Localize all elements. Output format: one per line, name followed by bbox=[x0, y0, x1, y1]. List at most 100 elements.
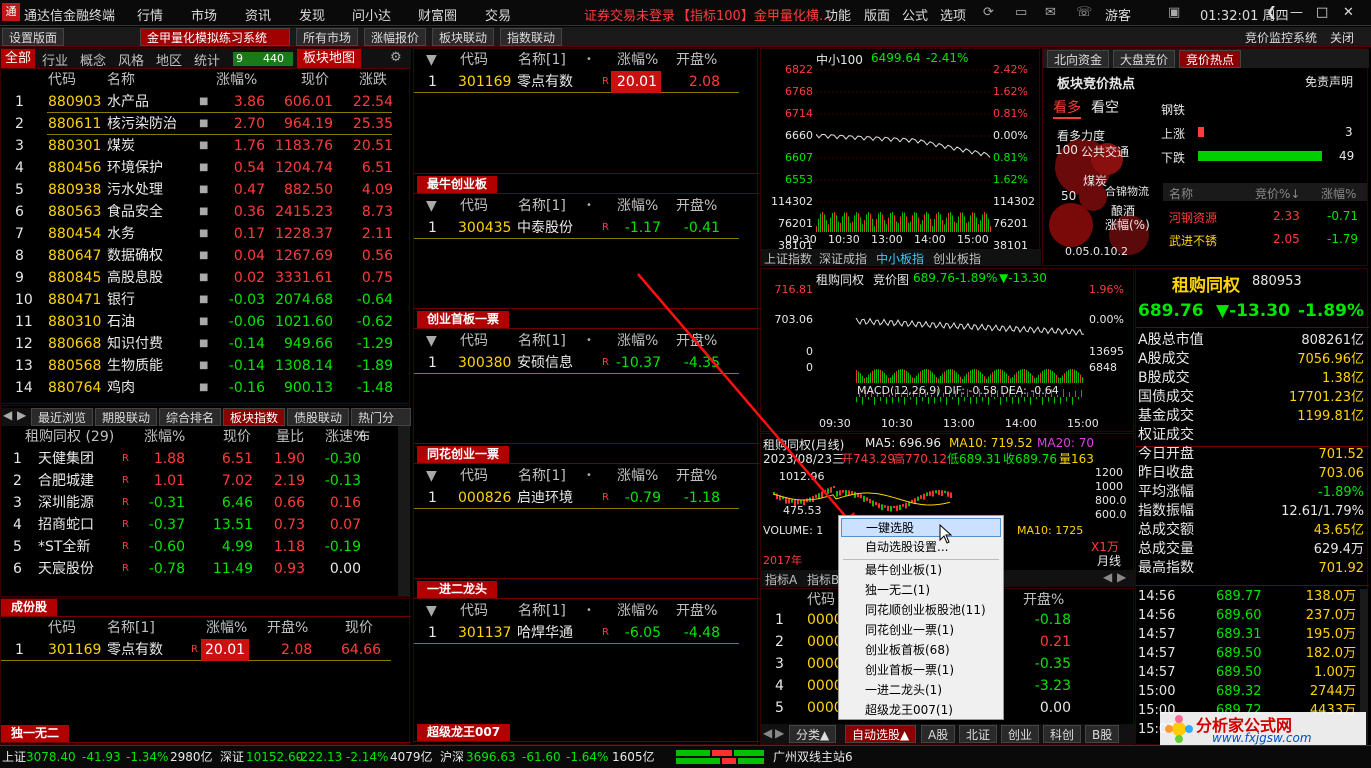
menu-item[interactable]: 同花创业一票(1) bbox=[841, 621, 1001, 640]
tab-gain-quote[interactable]: 涨幅报价 bbox=[364, 28, 427, 46]
menu-item[interactable]: 独一无二(1) bbox=[841, 581, 1001, 600]
table-row[interactable]: 6 880563 食品安全 ■ 0.36 2415.23 8.73 bbox=[1, 201, 411, 223]
table-row[interactable]: 3 深圳能源 R -0.31 6.46 0.66 0.16 bbox=[1, 492, 396, 514]
back-icon[interactable]: ❮ bbox=[1266, 5, 1277, 20]
expand-icon[interactable]: ▼ bbox=[426, 600, 437, 622]
table-row[interactable]: 2 880611 核污染防治 ■ 2.70 964.19 25.35 bbox=[1, 113, 411, 135]
menu-discover[interactable]: 发现 bbox=[299, 5, 325, 24]
tab-sh-index[interactable]: 上证指数 bbox=[764, 250, 812, 267]
tab-sector-index[interactable]: 板块指数 bbox=[223, 408, 286, 426]
filter-all[interactable]: 全部 bbox=[1, 49, 36, 68]
kline-right-arrow-icon[interactable]: ▶ bbox=[1117, 570, 1126, 584]
table-row[interactable]: 4 880456 环境保护 ■ 0.54 1204.74 6.51 bbox=[1, 157, 411, 179]
tab-bond[interactable]: 债股联动 bbox=[287, 408, 350, 426]
tab-sector-link[interactable]: 板块联动 bbox=[432, 28, 495, 46]
server-label[interactable]: 广州双线主站6 bbox=[773, 747, 853, 767]
gear-icon[interactable]: ⚙ bbox=[390, 50, 402, 65]
menu-item[interactable]: 同花顺创业板股池(11) bbox=[841, 601, 1001, 620]
tab-futures[interactable]: 期股联动 bbox=[95, 408, 158, 426]
expand-icon[interactable]: ▼ bbox=[426, 49, 437, 71]
tab-category[interactable]: 分类▲ bbox=[789, 725, 837, 743]
menu-market[interactable]: 市场 bbox=[191, 5, 217, 24]
related-scrollbar[interactable] bbox=[398, 426, 410, 596]
table-row[interactable]: 5 *ST全新 R -0.60 4.99 1.18 -0.19 bbox=[1, 536, 396, 558]
menu-item[interactable]: 最牛创业板(1) bbox=[841, 561, 1001, 580]
menu-wealth[interactable]: 财富圈 bbox=[418, 5, 457, 24]
menu-item[interactable]: 创业板首板(68) bbox=[841, 641, 1001, 660]
tab-sz-index[interactable]: 深证成指 bbox=[819, 250, 867, 267]
expand-icon[interactable]: ▼ bbox=[426, 195, 437, 217]
phone-icon[interactable]: ☏ bbox=[1076, 5, 1092, 20]
tab-b-shares[interactable]: B股 bbox=[1085, 725, 1120, 743]
tab-rank[interactable]: 综合排名 bbox=[159, 408, 222, 426]
table-row[interactable]: 14 880764 鸡肉 ■ -0.16 900.13 -1.48 bbox=[1, 377, 411, 399]
tab-hot[interactable]: 热门分布 bbox=[351, 408, 411, 443]
table-row[interactable]: 7 880454 水务 ■ 0.17 1228.37 2.11 bbox=[1, 223, 411, 245]
tab-star[interactable]: 科创 bbox=[1043, 725, 1082, 743]
sector-map-button[interactable]: 板块地图 bbox=[297, 49, 362, 68]
table-row[interactable]: 13 880568 生物质能 ■ -0.14 1308.14 -1.89 bbox=[1, 355, 411, 377]
menu-trade[interactable]: 交易 bbox=[485, 5, 511, 24]
tab-recent[interactable]: 最近浏览 bbox=[31, 408, 94, 426]
table-row[interactable]: 1 301169 零点有数 R 20.01 2.08 bbox=[414, 71, 739, 93]
expand-icon[interactable]: ▼ bbox=[426, 465, 437, 487]
tab-a-shares[interactable]: A股 bbox=[921, 725, 956, 743]
menu-ask[interactable]: 问小达 bbox=[352, 5, 391, 24]
menu-item-auto-settings[interactable]: 自动选股设置... bbox=[841, 538, 1001, 557]
bullish-toggle[interactable]: 看多 bbox=[1053, 97, 1081, 119]
monitor-icon[interactable]: ▣ bbox=[1168, 5, 1180, 20]
tab-bse[interactable]: 北证 bbox=[959, 725, 998, 743]
menu-quotes[interactable]: 行情 bbox=[137, 5, 163, 24]
auction-monitor-link[interactable]: 竞价监控系统 bbox=[1245, 29, 1317, 46]
list-right-arrow-icon[interactable]: ▶ bbox=[775, 726, 784, 740]
tab-all-market[interactable]: 所有市场 bbox=[296, 28, 359, 46]
tab-index-link[interactable]: 指数联动 bbox=[500, 28, 563, 46]
menu-layout[interactable]: 版面 bbox=[864, 5, 890, 24]
kline-left-arrow-icon[interactable]: ◀ bbox=[1103, 570, 1112, 584]
bearish-toggle[interactable]: 看空 bbox=[1091, 97, 1119, 117]
maximize-icon[interactable]: □ bbox=[1316, 5, 1328, 20]
menu-item[interactable]: 超级龙王007(1) bbox=[841, 701, 1001, 720]
filter-stats[interactable]: 统计 bbox=[194, 50, 220, 69]
table-row[interactable]: 6 天宸股份 R -0.78 11.49 0.93 0.00 bbox=[1, 558, 396, 580]
menu-item[interactable]: 一进二龙头(1) bbox=[841, 681, 1001, 700]
user-label[interactable]: 游客 bbox=[1105, 5, 1131, 24]
login-notice[interactable]: 证券交易未登录 bbox=[584, 5, 675, 24]
refresh-icon[interactable]: ⟳ bbox=[983, 5, 994, 20]
list-left-arrow-icon[interactable]: ◀ bbox=[763, 726, 772, 740]
tab-market-auction[interactable]: 大盘竞价 bbox=[1113, 50, 1176, 68]
settings-layout-tab[interactable]: 设置版面 bbox=[2, 28, 65, 46]
filter-style[interactable]: 风格 bbox=[118, 50, 144, 69]
hs-index-value[interactable]: 3696.63 bbox=[466, 747, 516, 767]
tab-indicator-a[interactable]: 指标A bbox=[765, 571, 797, 588]
menu-formula[interactable]: 公式 bbox=[902, 5, 928, 24]
close-icon[interactable]: ✕ bbox=[1343, 5, 1354, 20]
table-row[interactable]: 3 880301 煤炭 ■ 1.76 1183.76 20.51 bbox=[1, 135, 411, 157]
filter-industry[interactable]: 行业 bbox=[42, 50, 68, 69]
minimize-icon[interactable]: — bbox=[1290, 5, 1303, 20]
table-row[interactable]: 1 天健集团 R 1.88 6.51 1.90 -0.30 bbox=[1, 448, 396, 470]
menu-options[interactable]: 选项 bbox=[940, 5, 966, 24]
menu-news[interactable]: 资讯 bbox=[245, 5, 271, 24]
scroll-notice[interactable]: 【指标100】金甲量化横... bbox=[677, 5, 831, 24]
tab-indicator-b[interactable]: 指标B bbox=[807, 571, 839, 588]
menu-item-one-click[interactable]: 一键选股 bbox=[841, 518, 1001, 537]
close-link[interactable]: 关闭 bbox=[1330, 29, 1354, 46]
tabs-left-arrow-icon[interactable]: ◀ bbox=[3, 408, 12, 422]
table-row[interactable]: 河钢资源 2.33 -0.71 bbox=[1163, 207, 1367, 227]
tab-auto-select[interactable]: 自动选股▲ bbox=[845, 725, 917, 743]
tab-auction-hot[interactable]: 竞价热点 bbox=[1179, 50, 1242, 68]
table-row[interactable]: 武进不锈 2.05 -1.79 bbox=[1163, 230, 1367, 250]
tab-gem[interactable]: 创业 bbox=[1001, 725, 1040, 743]
window-icon[interactable]: ▭ bbox=[1015, 5, 1027, 20]
table-row[interactable]: 1 301169 零点有数 R 20.01 2.08 64.66 bbox=[1, 639, 391, 661]
table-row[interactable]: 4 招商蛇口 R -0.37 13.51 0.73 0.07 bbox=[1, 514, 396, 536]
tab-sme-index[interactable]: 中小板指 bbox=[876, 250, 924, 267]
table-row[interactable]: 5 880938 污水处理 ■ 0.47 882.50 4.09 bbox=[1, 179, 411, 201]
table-row[interactable]: 1 300435 中泰股份 R -1.17 -0.41 bbox=[414, 217, 739, 239]
menu-item[interactable]: 创业首板一票(1) bbox=[841, 661, 1001, 680]
tab-gem-index[interactable]: 创业板指 bbox=[933, 250, 981, 267]
sz-index-value[interactable]: 10152.60 bbox=[246, 747, 303, 767]
tab-jinjia[interactable]: 金甲量化模拟练习系统9.0 bbox=[140, 28, 290, 63]
menu-function[interactable]: 功能 bbox=[825, 5, 851, 24]
